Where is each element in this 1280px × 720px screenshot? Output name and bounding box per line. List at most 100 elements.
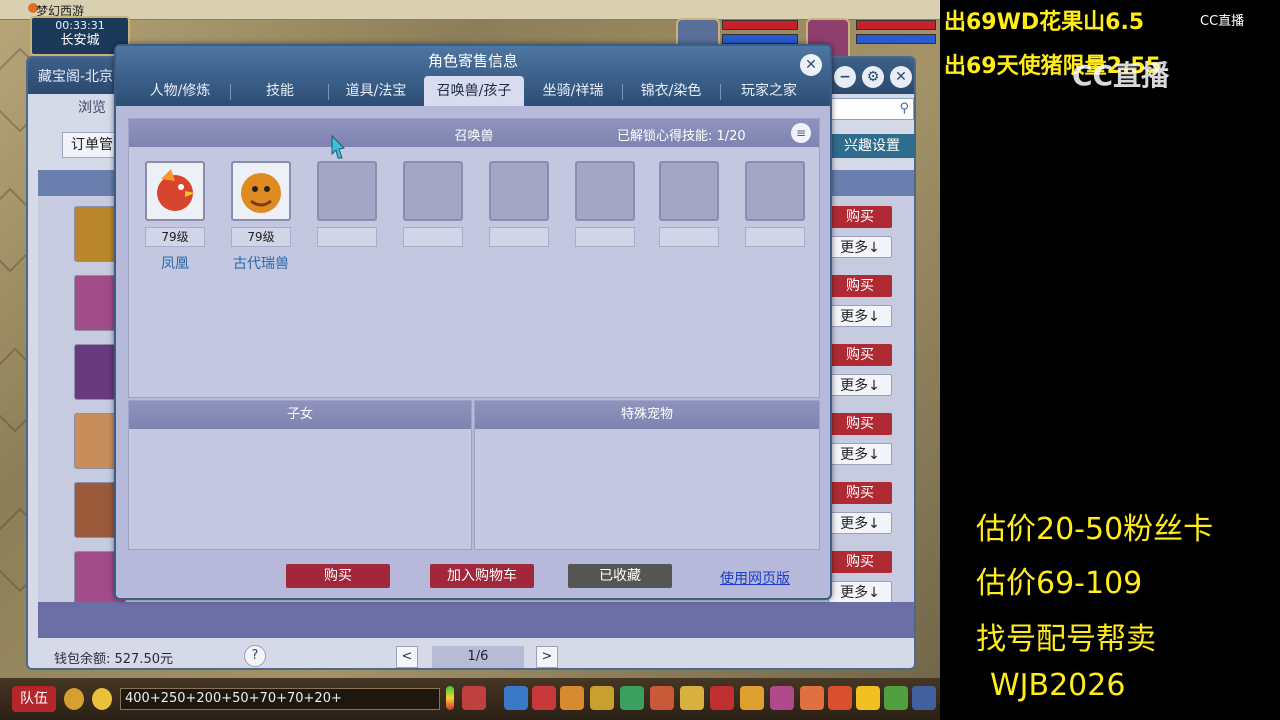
- pet-slot-empty[interactable]: [745, 161, 805, 221]
- cc-live-watermark: CC直播: [1072, 59, 1170, 92]
- pet-level: [659, 227, 719, 247]
- attack-icon[interactable]: [504, 686, 528, 710]
- pet-level: [575, 227, 635, 247]
- pet-slot-ancient-beast[interactable]: [231, 161, 291, 221]
- chat-input[interactable]: 400+250+200+50+70+70+20+: [120, 688, 440, 710]
- gear-icon[interactable]: [884, 686, 908, 710]
- trade-icon[interactable]: [590, 686, 614, 710]
- minimize-icon[interactable]: −: [834, 66, 856, 88]
- next-page-button[interactable]: >: [536, 646, 558, 668]
- tab-character-cultivation[interactable]: 人物/修炼: [134, 76, 226, 106]
- tab-divider: [328, 84, 329, 100]
- settings-gear-icon[interactable]: ⚙: [862, 66, 884, 88]
- pet-level: [489, 227, 549, 247]
- monitor-icon[interactable]: [912, 686, 936, 710]
- pet-name[interactable]: 凤凰: [135, 253, 215, 273]
- overlay-code-line: WJB2026: [990, 668, 1126, 703]
- buy-button[interactable]: 购买: [828, 482, 892, 504]
- activity-icon[interactable]: [828, 686, 852, 710]
- more-button[interactable]: 更多↓: [828, 512, 892, 534]
- cursor-icon: [331, 134, 346, 159]
- gang-icon[interactable]: [710, 686, 734, 710]
- tab-divider: [230, 84, 231, 100]
- more-button[interactable]: 更多↓: [828, 236, 892, 258]
- search-input[interactable]: ⚲: [818, 98, 914, 120]
- location-name: 长安城: [60, 33, 100, 48]
- player-mp-bar: [856, 34, 936, 44]
- give-icon[interactable]: [560, 686, 584, 710]
- interest-settings-button[interactable]: 兴趣设置: [828, 134, 916, 158]
- peach-icon[interactable]: [800, 686, 824, 710]
- role-consignment-dialog: 角色寄售信息 ✕ 人物/修炼 技能 道具/法宝 召唤兽/孩子 坐骑/祥瑞 锦衣/…: [114, 44, 832, 600]
- pet-icon[interactable]: [650, 686, 674, 710]
- special-pets-title: 特殊宠物: [475, 401, 819, 429]
- pet-slot-empty[interactable]: [575, 161, 635, 221]
- dialog-title: 角色寄售信息: [427, 52, 518, 70]
- pet-helper-icon[interactable]: [462, 686, 486, 710]
- chat-bubble-icon[interactable]: [92, 688, 112, 710]
- buy-button[interactable]: 购买: [828, 275, 892, 297]
- signal-meter-icon: [446, 686, 454, 710]
- menu-icon[interactable]: ≡: [791, 123, 811, 143]
- tab-divider: [622, 84, 623, 100]
- buy-button[interactable]: 购买: [828, 413, 892, 435]
- special-pets-panel: 特殊宠物: [474, 400, 820, 550]
- wallet-balance: 钱包余额: 527.50元: [54, 652, 173, 667]
- tab-outfits-dye[interactable]: 锦衣/染色: [624, 76, 718, 106]
- pet-slot-empty[interactable]: [403, 161, 463, 221]
- dialog-close-icon[interactable]: ✕: [800, 54, 822, 76]
- bell-icon[interactable]: [740, 686, 764, 710]
- use-web-version-link[interactable]: 使用网页版: [720, 568, 790, 588]
- more-button[interactable]: 更多↓: [828, 443, 892, 465]
- search-icon[interactable]: ⚲: [899, 101, 909, 116]
- tab-player-home[interactable]: 玩家之家: [722, 76, 816, 106]
- smiley-icon[interactable]: [856, 686, 880, 710]
- close-icon[interactable]: ✕: [890, 66, 912, 88]
- team-icon[interactable]: [620, 686, 644, 710]
- pet-name[interactable]: 古代瑞兽: [221, 253, 301, 273]
- tab-divider: [720, 84, 721, 100]
- game-scene: 梦幻西游 00:33:31 长安城 藏宝阁-北京 − ⚙ ✕ 浏览 ⚲ 订单管 …: [0, 0, 940, 720]
- tab-mounts[interactable]: 坐骑/祥瑞: [526, 76, 620, 106]
- pet-level: [745, 227, 805, 247]
- pet-slot-empty[interactable]: [317, 161, 377, 221]
- prev-page-button[interactable]: <: [396, 646, 418, 668]
- overlay-service-line: 找号配号帮卖: [976, 622, 1156, 657]
- overlay-price-line: 估价20-50粉丝卡: [976, 512, 1214, 547]
- pet-slot-empty[interactable]: [659, 161, 719, 221]
- tab-items-treasures[interactable]: 道具/法宝: [330, 76, 422, 106]
- pet-level: [403, 227, 463, 247]
- phoenix-icon: [157, 169, 195, 211]
- dialog-header: 角色寄售信息 ✕ 人物/修炼 技能 道具/法宝 召唤兽/孩子 坐骑/祥瑞 锦衣/…: [116, 46, 830, 106]
- more-button[interactable]: 更多↓: [828, 305, 892, 327]
- item-bag-icon[interactable]: [532, 686, 556, 710]
- children-title: 子女: [129, 401, 471, 429]
- add-to-cart-button[interactable]: 加入购物车: [430, 564, 534, 588]
- tab-skills[interactable]: 技能: [234, 76, 326, 106]
- pet-level: 79级: [145, 227, 205, 247]
- pet-hp-bar: [722, 20, 798, 30]
- buy-button[interactable]: 购买: [286, 564, 390, 588]
- buy-button[interactable]: 购买: [828, 551, 892, 573]
- more-button[interactable]: 更多↓: [828, 581, 892, 603]
- buy-button[interactable]: 购买: [828, 206, 892, 228]
- microphone-icon[interactable]: [64, 688, 84, 710]
- pet-level: [317, 227, 377, 247]
- page-indicator: 1/6: [432, 646, 524, 668]
- team-button[interactable]: 队伍: [12, 686, 56, 712]
- system-icon[interactable]: [770, 686, 794, 710]
- player-hp-bar: [856, 20, 936, 30]
- buy-button[interactable]: 购买: [828, 344, 892, 366]
- overlay-price-line: 估价69-109: [976, 566, 1143, 601]
- tab-summons-children[interactable]: 召唤兽/孩子: [424, 76, 524, 106]
- pet-mp-bar: [722, 34, 798, 44]
- list-footer: [38, 602, 914, 638]
- pet-level: 79级: [231, 227, 291, 247]
- quest-icon[interactable]: [680, 686, 704, 710]
- more-button[interactable]: 更多↓: [828, 374, 892, 396]
- favorited-button[interactable]: 已收藏: [568, 564, 672, 588]
- help-icon[interactable]: ?: [244, 645, 266, 667]
- ancient-beast-icon: [241, 173, 281, 213]
- pet-slot-phoenix[interactable]: [145, 161, 205, 221]
- pet-slot-empty[interactable]: [489, 161, 549, 221]
